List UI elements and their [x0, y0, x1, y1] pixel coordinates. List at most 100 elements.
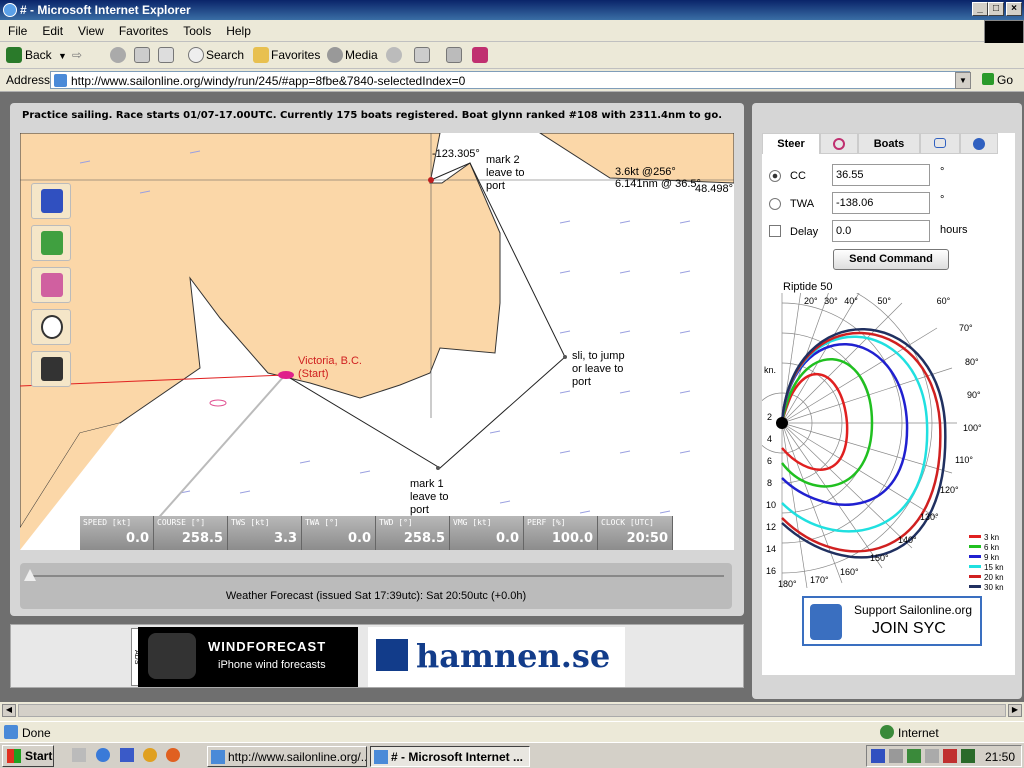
angle-140: 140° [898, 535, 917, 545]
helm-button[interactable] [31, 309, 71, 345]
address-input[interactable]: http://www.sailonline.org/windy/run/245/… [50, 71, 970, 89]
close-button[interactable]: × [1006, 2, 1022, 16]
cc-label: CC [790, 170, 806, 182]
tray-network-icon[interactable] [889, 749, 903, 763]
taskbar-item-sailonline[interactable]: http://www.sailonline.org/... [207, 746, 367, 767]
cc-input[interactable]: 36.55 [832, 164, 930, 186]
quicklaunch-firefox-icon[interactable] [166, 748, 180, 762]
forward-arrow-icon[interactable]: ⇨ [72, 48, 82, 62]
media-button[interactable]: Media [345, 48, 378, 62]
history-icon[interactable] [386, 47, 402, 63]
horizontal-scrollbar[interactable]: ◀ ▶ [0, 702, 1024, 719]
favorites-button[interactable]: Favorites [271, 48, 320, 62]
print-icon[interactable] [446, 47, 462, 63]
ship-wheel-icon [41, 315, 63, 339]
minimize-button[interactable]: _ [972, 2, 988, 16]
search-button[interactable]: Search [206, 48, 244, 62]
compass-icon [41, 273, 63, 297]
mail-icon[interactable] [414, 47, 430, 63]
mark2-point[interactable] [428, 177, 434, 183]
forecast-slider-handle[interactable] [24, 569, 36, 581]
speed-4: 4 [767, 434, 773, 444]
legend-item: 3 kn [969, 533, 1004, 543]
zoom-in-button[interactable] [31, 183, 71, 219]
status-zone: Internet [898, 726, 939, 740]
race-map[interactable]: -123.305° 48.498° 3.6kt @256° 6.141nm @ … [20, 133, 734, 550]
polar-origin [776, 417, 788, 429]
taskbar-item-ie[interactable]: # - Microsoft Internet ... [370, 746, 530, 767]
messenger-icon[interactable] [472, 47, 488, 63]
hamnen-ad[interactable]: hamnen.se [368, 627, 625, 687]
windforecast-ad[interactable]: WINDFORECAST iPhone wind forecasts [138, 627, 358, 687]
tab-compass[interactable] [820, 133, 858, 154]
forecast-slider-track[interactable] [30, 575, 724, 577]
menu-help[interactable]: Help [218, 20, 258, 38]
syc-logo-icon [810, 604, 842, 640]
mark2-label: mark 2 leave to port [486, 154, 525, 193]
go-button[interactable]: Go [997, 73, 1013, 87]
back-button[interactable]: Back [25, 48, 52, 62]
scroll-thumb[interactable] [18, 704, 1006, 717]
home-icon[interactable] [158, 47, 174, 63]
angle-50: 50° [877, 296, 892, 306]
quicklaunch-outlook-icon[interactable] [120, 748, 134, 762]
vmg-instrument: VMG [kt] 0.0 [450, 516, 524, 550]
maximize-button[interactable]: □ [988, 2, 1004, 16]
tab-help[interactable] [960, 133, 998, 154]
legend-item: 30 kn [969, 583, 1004, 593]
start-button[interactable]: Start [2, 745, 54, 767]
cc-radio[interactable] [769, 170, 781, 182]
quicklaunch-desktop-icon[interactable] [72, 748, 86, 762]
media-icon[interactable] [327, 47, 343, 63]
mark1-point[interactable] [436, 466, 440, 470]
tray-language-icon[interactable] [871, 749, 885, 763]
stop-icon[interactable] [110, 47, 126, 63]
scroll-left-icon[interactable]: ◀ [2, 704, 16, 717]
syc-line2: JOIN SYC [872, 620, 946, 637]
zoom-out-button[interactable] [31, 225, 71, 261]
menu-view[interactable]: View [70, 20, 111, 38]
back-arrow-icon[interactable] [6, 47, 22, 63]
twa-input[interactable]: -138.06 [832, 192, 930, 214]
tray-app-icon[interactable] [943, 749, 957, 763]
menu-file[interactable]: File [0, 20, 34, 38]
back-dropdown-icon[interactable]: ▼ [58, 51, 67, 61]
delay-checkbox[interactable] [769, 225, 781, 237]
legend-label: 30 kn [984, 583, 1004, 592]
measure-button[interactable] [31, 351, 71, 387]
favorites-star-icon[interactable] [253, 47, 269, 63]
tray-security-icon[interactable] [907, 749, 921, 763]
tray-monitor-icon[interactable] [961, 749, 975, 763]
menu-edit[interactable]: Edit [34, 20, 70, 38]
twa-radio[interactable] [769, 198, 781, 210]
course-instrument: COURSE [°] 258.5 [154, 516, 228, 550]
sli-point[interactable] [563, 355, 567, 359]
quicklaunch-ie-icon[interactable] [96, 748, 110, 762]
land-shapes [20, 133, 734, 550]
send-command-button[interactable]: Send Command [833, 249, 949, 270]
tab-boats[interactable]: Boats [858, 133, 920, 154]
tws-instrument: TWS [kt] 3.3 [228, 516, 302, 550]
menu-favorites[interactable]: Favorites [111, 20, 175, 38]
other-boat-marker[interactable] [209, 399, 227, 407]
go-arrow-icon[interactable] [982, 73, 994, 85]
refresh-icon[interactable] [134, 47, 150, 63]
delay-input[interactable]: 0.0 [832, 220, 930, 242]
address-dropdown-icon[interactable]: ▼ [955, 72, 971, 89]
menu-tools[interactable]: Tools [175, 20, 218, 38]
scroll-right-icon[interactable]: ▶ [1008, 704, 1022, 717]
tab-chat[interactable] [920, 133, 960, 154]
search-icon[interactable] [188, 47, 204, 63]
twa-value: 0.0 [347, 531, 371, 546]
quicklaunch-media-icon[interactable] [143, 748, 157, 762]
center-boat-button[interactable] [31, 267, 71, 303]
perf-value: 100.0 [551, 531, 593, 546]
address-bar: Address http://www.sailonline.org/windy/… [0, 69, 1024, 92]
support-syc-banner[interactable]: Support Sailonline.org JOIN SYC [802, 596, 982, 646]
speed-6: 6 [767, 456, 773, 466]
boat-marker[interactable] [278, 371, 294, 379]
tray-volume-icon[interactable] [925, 749, 939, 763]
tab-steer[interactable]: Steer [762, 133, 820, 154]
vmg-label: VMG [kt] [453, 518, 492, 527]
window-title: # - Microsoft Internet Explorer [20, 3, 191, 17]
